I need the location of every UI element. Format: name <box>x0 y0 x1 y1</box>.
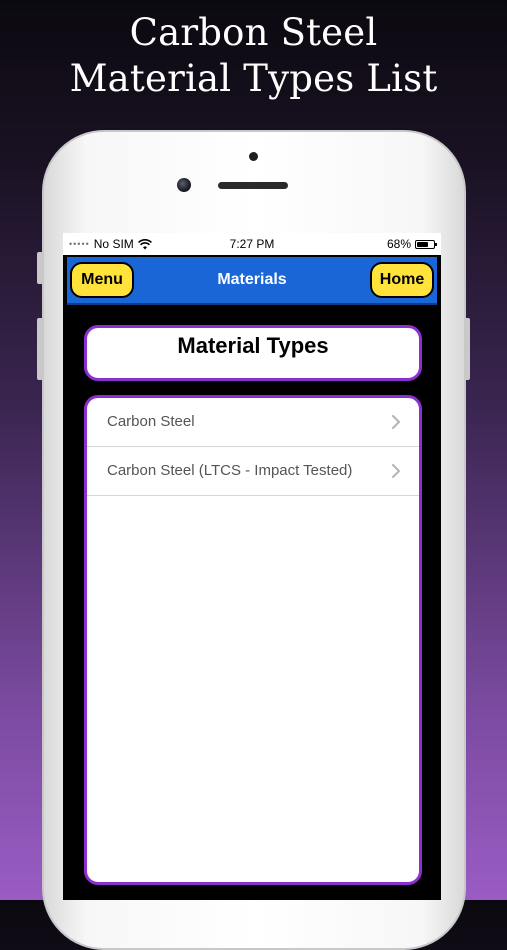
headline-line-2: Material Types List <box>69 57 438 100</box>
chevron-right-icon <box>392 464 400 478</box>
phone-screen: ••••• No SIM 7:27 PM 68% Materials Menu … <box>63 233 441 900</box>
headline-line-1: Carbon Steel <box>129 11 378 54</box>
status-bar: ••••• No SIM 7:27 PM 68% <box>63 233 441 255</box>
status-right: 68% <box>386 237 437 251</box>
proximity-sensor <box>249 152 258 161</box>
front-camera <box>177 178 191 192</box>
earpiece-speaker <box>218 182 288 189</box>
menu-button[interactable]: Menu <box>70 262 134 298</box>
page-title: Material Types <box>177 333 329 358</box>
battery-percent: 68% <box>386 237 411 251</box>
chevron-right-icon <box>392 415 400 429</box>
promo-headline: Carbon Steel Material Types List <box>0 10 507 102</box>
list-item-label: Carbon Steel <box>107 413 195 430</box>
battery-fill <box>417 241 428 247</box>
material-types-list: Carbon Steel Carbon Steel (LTCS - Impact… <box>84 395 422 885</box>
status-time: 7:27 PM <box>229 237 275 251</box>
home-button[interactable]: Home <box>370 262 434 298</box>
navigation-bar: Materials Menu Home <box>67 257 437 305</box>
list-item-carbon-steel[interactable]: Carbon Steel <box>87 398 419 447</box>
list-item-carbon-steel-ltcs[interactable]: Carbon Steel (LTCS - Impact Tested) <box>87 447 419 496</box>
material-types-header-card: Material Types <box>84 325 422 381</box>
list-item-label: Carbon Steel (LTCS - Impact Tested) <box>107 462 353 479</box>
battery-icon <box>415 239 437 249</box>
